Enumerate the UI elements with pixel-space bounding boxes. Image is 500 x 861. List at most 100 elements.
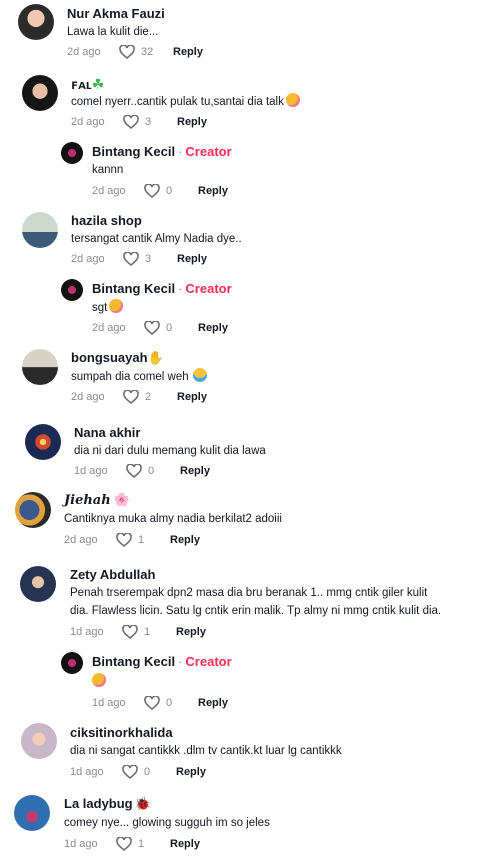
- author-name: La ladybug: [64, 796, 133, 811]
- like-count: 0: [144, 766, 151, 778]
- like-button[interactable]: 1: [116, 533, 170, 547]
- comment-text-line-1: Penah trserempak dpn2 masa dia bru beran…: [70, 587, 428, 599]
- like-button[interactable]: 1: [116, 837, 170, 851]
- separator: ·: [178, 281, 183, 296]
- comment-author[interactable]: Bintang Kecil · Creator: [92, 144, 232, 159]
- comment-time: 2d ago: [92, 185, 126, 197]
- comment-text: kannn: [92, 164, 124, 176]
- comment-meta: 1d ago 1 Reply: [64, 837, 200, 851]
- avatar[interactable]: [61, 652, 83, 674]
- comment-author[interactable]: 𝑱𝒊𝒆𝒉𝒂𝒉 🌸: [64, 493, 130, 508]
- reply-button[interactable]: Reply: [198, 697, 228, 709]
- reply-button[interactable]: Reply: [170, 838, 200, 850]
- crying-face-emoji: [192, 368, 207, 382]
- heart-icon: [123, 115, 139, 129]
- blossom-emoji: 🌸: [113, 493, 130, 508]
- comment-author[interactable]: hazila shop: [71, 213, 142, 228]
- reply-button[interactable]: Reply: [176, 766, 206, 778]
- like-count: 1: [144, 626, 151, 638]
- avatar[interactable]: [22, 75, 58, 111]
- smiling-hearts-emoji: [109, 299, 124, 313]
- clover-emoji: ☘: [91, 76, 105, 92]
- like-button[interactable]: 0: [144, 184, 198, 198]
- like-button[interactable]: 3: [123, 115, 177, 129]
- avatar[interactable]: [22, 349, 58, 385]
- comment-time: 2d ago: [67, 46, 101, 58]
- creator-badge: Creator: [185, 144, 232, 159]
- comment-time: 2d ago: [71, 391, 105, 403]
- avatar[interactable]: [61, 142, 83, 164]
- comment-meta: 1d ago 0 Reply: [70, 765, 206, 779]
- comment-meta: 2d ago 3 Reply: [71, 252, 207, 266]
- reply-button[interactable]: Reply: [180, 465, 210, 477]
- comment-time: 1d ago: [70, 626, 104, 638]
- heart-icon: [116, 533, 132, 547]
- avatar[interactable]: [25, 424, 61, 460]
- author-name: ꜰᴀʟ: [71, 77, 92, 92]
- comment-author[interactable]: Nana akhir: [74, 425, 140, 440]
- comment-time: 2d ago: [71, 116, 105, 128]
- comment-text-body: comel nyerr..cantik pulak tu,santai dia …: [71, 96, 284, 108]
- like-button[interactable]: 0: [126, 464, 180, 478]
- comment-meta: 1d ago 0 Reply: [92, 696, 228, 710]
- comment-text-body: sumpah dia comel weh: [71, 371, 189, 383]
- comment-text: comel nyerr..cantik pulak tu,santai dia …: [71, 93, 300, 112]
- reply-button[interactable]: Reply: [198, 322, 228, 334]
- heart-icon: [144, 321, 160, 335]
- like-count: 0: [166, 697, 173, 709]
- author-name: 𝑱𝒊𝒆𝒉𝒂𝒉: [64, 493, 111, 508]
- like-button[interactable]: 32: [119, 45, 173, 59]
- avatar[interactable]: [14, 795, 50, 831]
- avatar[interactable]: [22, 212, 58, 248]
- comment-meta: 2d ago 0 Reply: [92, 321, 228, 335]
- comment-author[interactable]: ꜰᴀʟ☘: [71, 76, 104, 93]
- avatar[interactable]: [18, 4, 54, 40]
- reply-button[interactable]: Reply: [170, 534, 200, 546]
- comment-author[interactable]: Bintang Kecil · Creator: [92, 281, 232, 296]
- reply-button[interactable]: Reply: [173, 46, 203, 58]
- comment-text: Lawa la kulit die...: [67, 26, 159, 38]
- avatar[interactable]: [21, 723, 57, 759]
- comment-author[interactable]: bongsuayah✋: [71, 350, 164, 366]
- comment-text: comey nye... glowing sugguh im so jeles: [64, 817, 270, 829]
- heart-icon: [116, 837, 132, 851]
- like-button[interactable]: 1: [122, 625, 176, 639]
- comment-time: 1d ago: [74, 465, 108, 477]
- like-count: 1: [138, 534, 145, 546]
- comment-author[interactable]: Bintang Kecil · Creator: [92, 654, 232, 669]
- comment-author[interactable]: La ladybug 🐞: [64, 796, 151, 812]
- like-count: 0: [148, 465, 155, 477]
- like-button[interactable]: 0: [144, 321, 198, 335]
- avatar[interactable]: [61, 279, 83, 301]
- heart-icon: [123, 390, 139, 404]
- comment-time: 2d ago: [71, 253, 105, 265]
- heart-icon: [144, 696, 160, 710]
- comment-text: sumpah dia comel weh: [71, 368, 207, 387]
- creator-badge: Creator: [185, 281, 232, 296]
- comment-text: tersangat cantik Almy Nadia dye..: [71, 233, 242, 245]
- reply-button[interactable]: Reply: [177, 391, 207, 403]
- separator: ·: [178, 654, 183, 669]
- comment-text: sgt: [92, 299, 124, 318]
- author-name: Bintang Kecil: [92, 654, 176, 669]
- like-count: 0: [166, 322, 173, 334]
- comment-author[interactable]: Nur Akma Fauzi: [67, 6, 165, 21]
- like-button[interactable]: 2: [123, 390, 177, 404]
- like-count: 3: [145, 253, 152, 265]
- author-name: bongsuayah: [71, 350, 148, 365]
- reply-button[interactable]: Reply: [177, 253, 207, 265]
- avatar[interactable]: [20, 566, 56, 602]
- comment-text: dia ni dari dulu memang kulit dia lawa: [74, 445, 266, 457]
- comment-author[interactable]: Zety Abdullah: [70, 567, 155, 582]
- heart-icon: [122, 765, 138, 779]
- reply-button[interactable]: Reply: [176, 626, 206, 638]
- comment-time: 2d ago: [64, 534, 98, 546]
- comment-author[interactable]: ciksitinorkhalida: [70, 725, 173, 740]
- like-button[interactable]: 0: [144, 696, 198, 710]
- like-button[interactable]: 0: [122, 765, 176, 779]
- comment-text-line-2: dia. Flawless licin. Satu lg cntik erin …: [70, 605, 442, 617]
- reply-button[interactable]: Reply: [177, 116, 207, 128]
- reply-button[interactable]: Reply: [198, 185, 228, 197]
- like-button[interactable]: 3: [123, 252, 177, 266]
- avatar[interactable]: [15, 492, 51, 528]
